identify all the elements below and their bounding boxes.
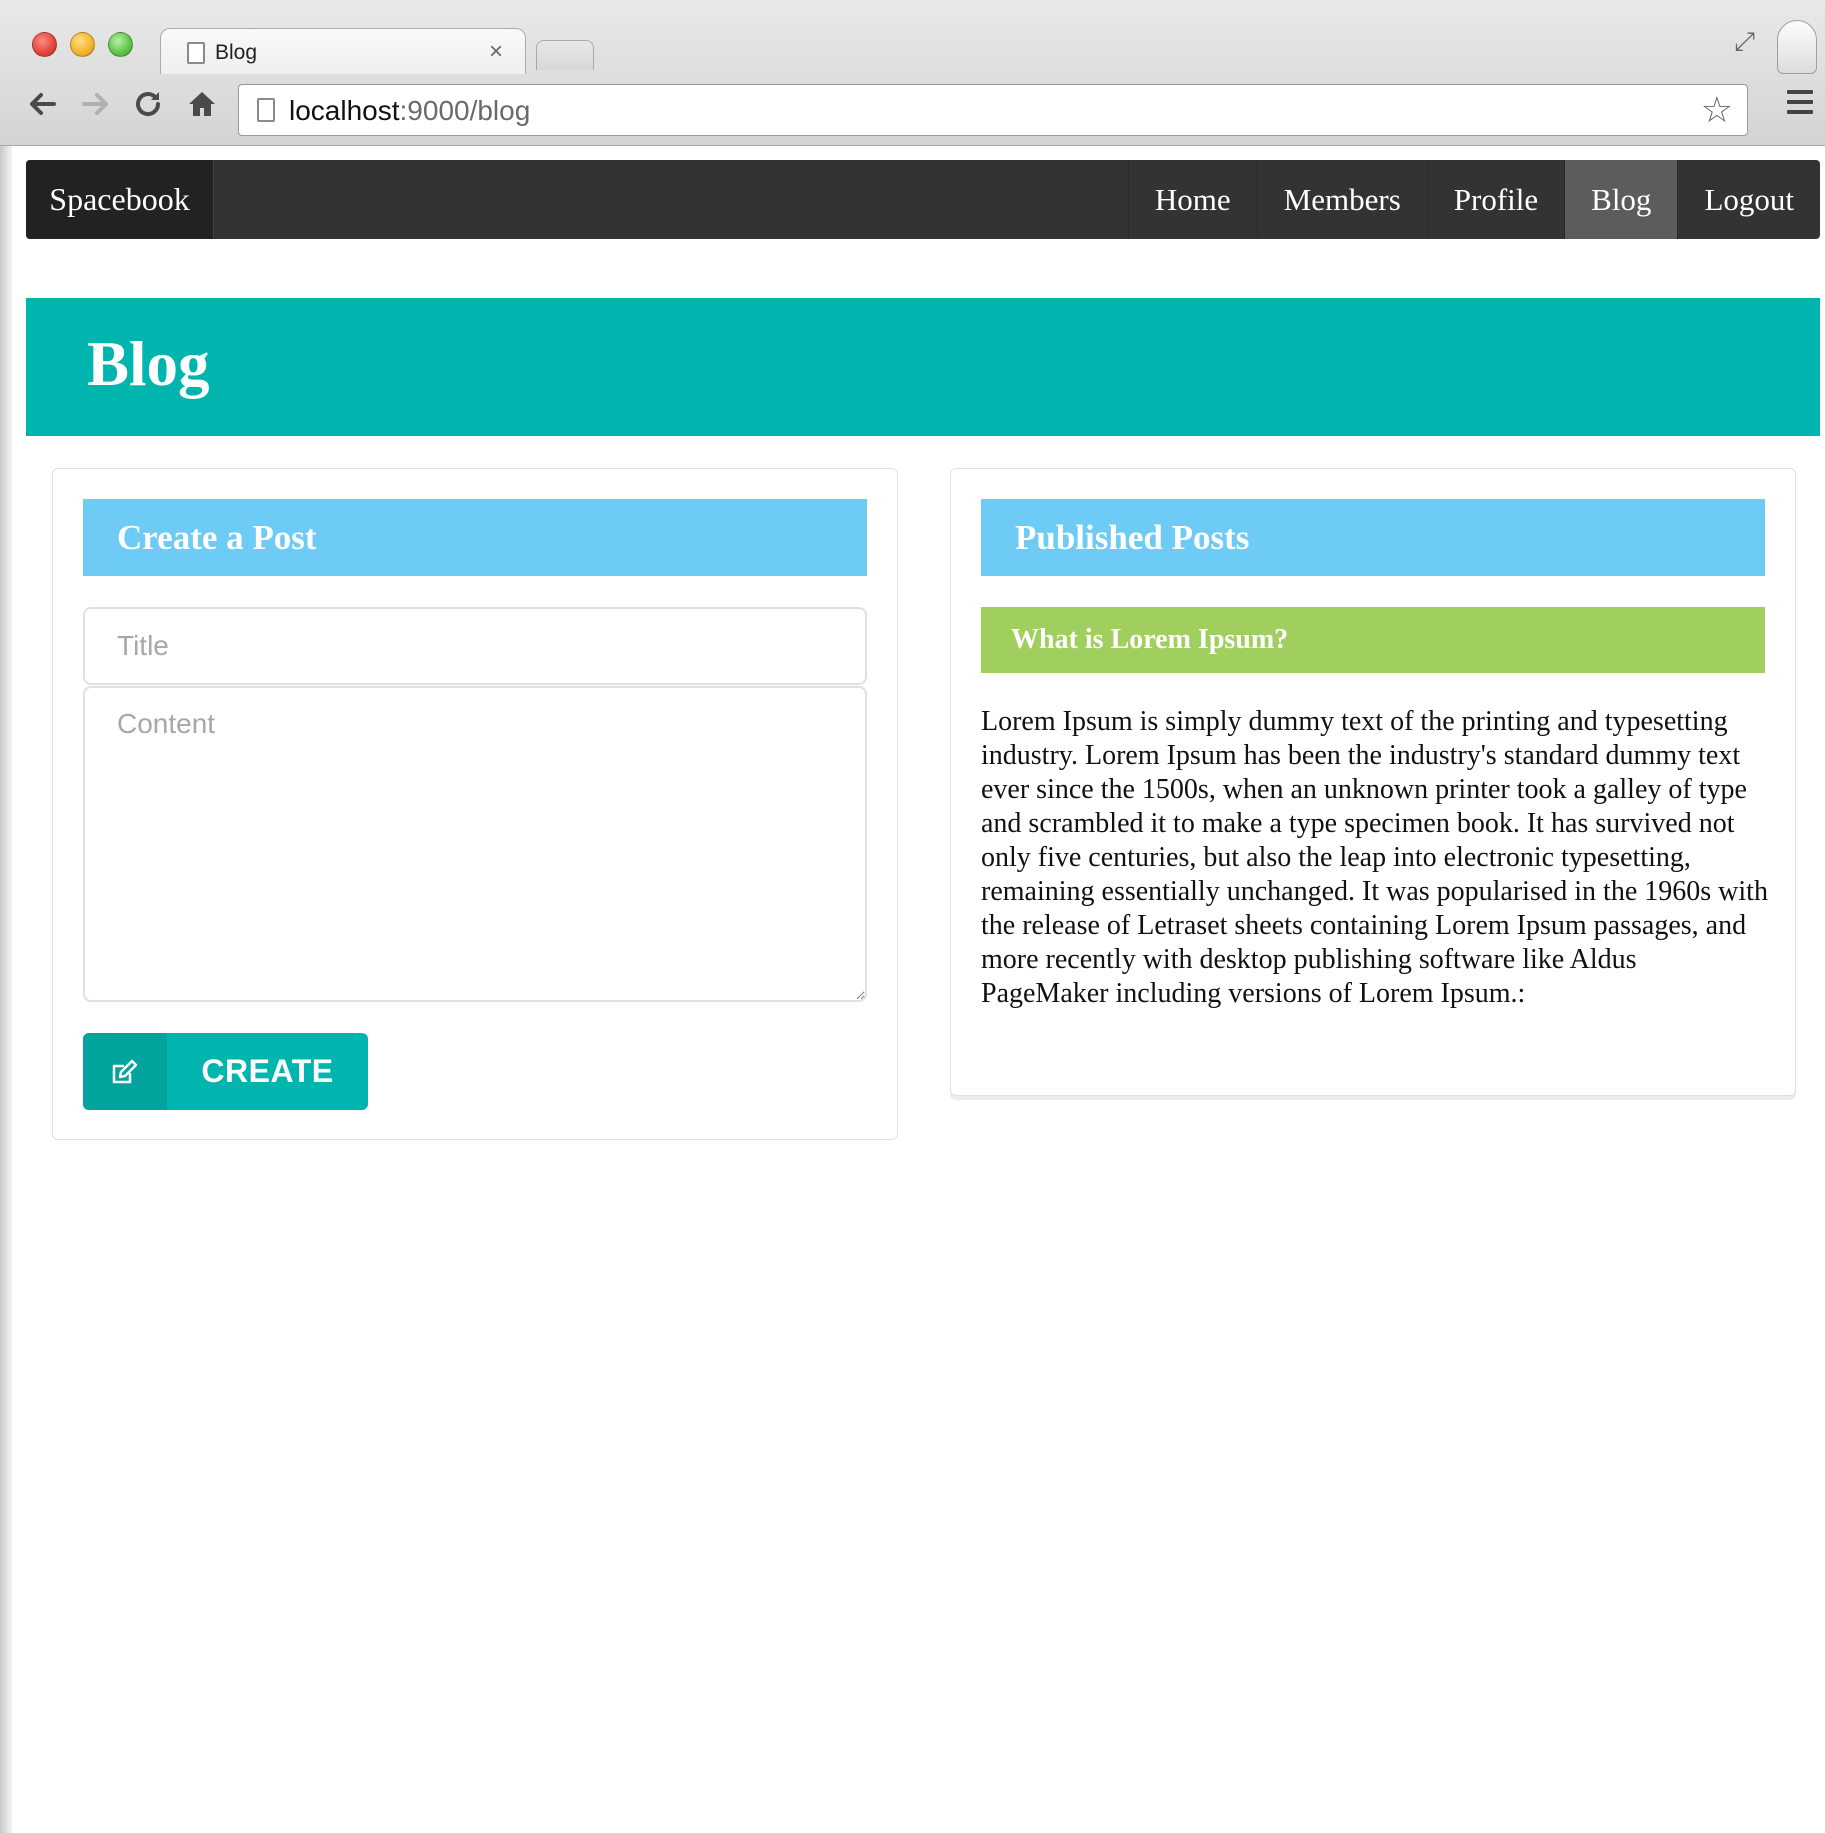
page-viewport: Spacebook Home Members Profile Blog Logo…: [0, 146, 1825, 1833]
page-icon: [257, 98, 275, 122]
nav-item-profile[interactable]: Profile: [1426, 160, 1564, 239]
post-title: What is Lorem Ipsum?: [981, 607, 1765, 673]
nav-menu: Home Members Profile Blog Logout: [1127, 160, 1820, 239]
nav-item-members[interactable]: Members: [1256, 160, 1427, 239]
create-button[interactable]: CREATE: [83, 1033, 368, 1110]
top-navbar: Spacebook Home Members Profile Blog Logo…: [26, 160, 1820, 239]
new-tab-button[interactable]: [536, 40, 594, 70]
back-arrow-icon[interactable]: [26, 88, 58, 129]
window-edge: [0, 146, 12, 1833]
nav-item-home[interactable]: Home: [1127, 160, 1257, 239]
brand-logo-link[interactable]: Spacebook: [26, 160, 214, 239]
nav-item-blog[interactable]: Blog: [1564, 160, 1678, 239]
edit-icon: [83, 1033, 167, 1110]
page-header: Blog: [26, 298, 1820, 436]
page-title: Blog: [87, 329, 210, 399]
window-maximize-button[interactable]: [108, 32, 133, 57]
window-controls: [32, 32, 133, 57]
nav-item-logout[interactable]: Logout: [1677, 160, 1820, 239]
window-close-button[interactable]: [32, 32, 57, 57]
url-text[interactable]: localhost:9000/blog: [289, 95, 530, 127]
url-host: localhost: [289, 95, 400, 126]
title-input[interactable]: [83, 607, 867, 685]
browser-chrome: Blog × ⤢ localhost:9000/blog ☆: [0, 0, 1825, 146]
published-posts-card: Published Posts What is Lorem Ipsum? Lor…: [950, 468, 1796, 1096]
content-textarea[interactable]: [83, 686, 867, 1002]
create-post-heading: Create a Post: [83, 499, 867, 576]
tab-close-icon[interactable]: ×: [489, 38, 503, 66]
profile-icon[interactable]: [1777, 20, 1817, 74]
home-icon[interactable]: [186, 88, 218, 129]
tab-title: Blog: [215, 41, 258, 64]
forward-arrow-icon[interactable]: [80, 88, 112, 129]
create-button-label: CREATE: [201, 1053, 334, 1089]
page-icon: [187, 42, 205, 64]
post-body: Lorem Ipsum is simply dummy text of the …: [981, 706, 1768, 1009]
address-bar[interactable]: localhost:9000/blog ☆: [238, 84, 1748, 136]
browser-tab-blog[interactable]: Blog ×: [160, 28, 526, 74]
create-post-card: Create a Post CREATE: [52, 468, 898, 1140]
published-posts-heading: Published Posts: [981, 499, 1765, 576]
fullscreen-icon[interactable]: ⤢: [1734, 26, 1755, 58]
reload-icon[interactable]: [132, 88, 164, 129]
window-minimize-button[interactable]: [70, 32, 95, 57]
hamburger-menu-icon[interactable]: [1787, 90, 1813, 120]
star-icon[interactable]: ☆: [1701, 89, 1733, 131]
browser-toolbar: localhost:9000/blog ☆: [0, 76, 1825, 146]
url-path: :9000/blog: [399, 95, 531, 126]
